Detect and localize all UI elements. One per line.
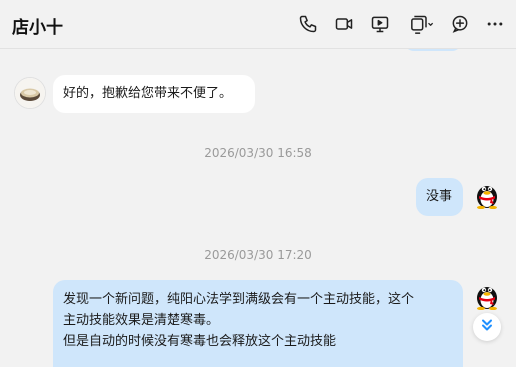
screen-share-icon[interactable] [369, 13, 391, 35]
message-bubble[interactable]: 没事 [416, 178, 463, 216]
more-icon[interactable] [484, 13, 506, 35]
message-text-line: 主动技能效果是清楚寒毒。 [63, 313, 220, 328]
multi-window-icon[interactable] [406, 13, 436, 35]
message-timestamp: 2026/03/30 16:58 [204, 146, 312, 160]
video-call-icon[interactable] [333, 13, 355, 35]
message-timestamp: 2026/03/30 17:20 [204, 248, 312, 262]
avatar[interactable] [14, 77, 46, 109]
phone-icon[interactable] [297, 13, 319, 35]
avatar[interactable] [472, 280, 502, 311]
double-chevron-down-icon [479, 317, 495, 337]
message-text-line: 但是自动的时候没有寒毒也会释放这个主动技能 [63, 334, 337, 349]
chat-header: 店小十 [0, 0, 516, 49]
scroll-to-bottom-button[interactable] [473, 313, 501, 341]
avatar[interactable] [472, 179, 502, 210]
chat-title: 店小十 [12, 18, 63, 38]
message-bubble-partial [404, 49, 462, 51]
message-text: 好的，抱歉给您带来不便了。 [63, 86, 233, 101]
message-text-line: 发现一个新问题，纯阳心法学到满级会有一个主动技能，这个 [63, 292, 415, 307]
add-icon[interactable] [449, 13, 471, 35]
message-bubble[interactable]: 发现一个新问题，纯阳心法学到满级会有一个主动技能，这个 主动技能效果是清楚寒毒。… [53, 280, 463, 367]
chat-area[interactable]: 好的，抱歉给您带来不便了。 2026/03/30 16:58 没事 2026/0… [0, 49, 516, 367]
message-text: 没事 [426, 189, 453, 204]
message-bubble[interactable]: 好的，抱歉给您带来不便了。 [53, 75, 255, 113]
